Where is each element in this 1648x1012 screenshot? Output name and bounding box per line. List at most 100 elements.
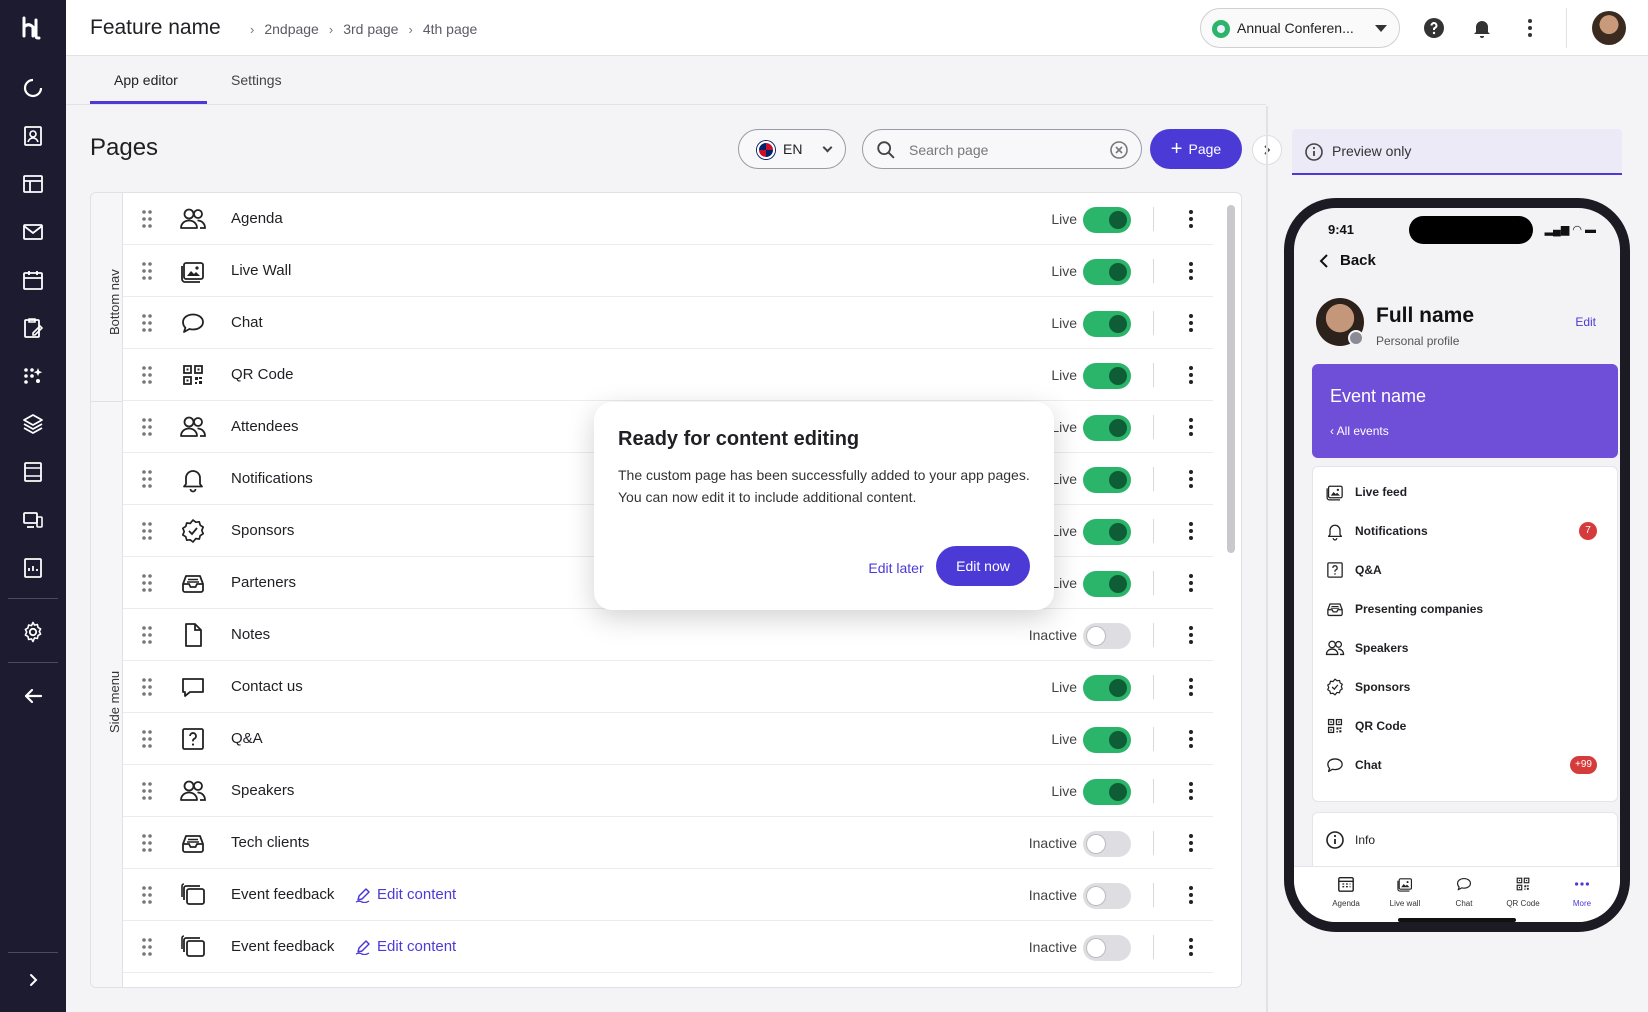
expand-rail-icon[interactable]: [21, 968, 45, 992]
kebab-icon[interactable]: [1179, 727, 1203, 751]
row-divider: [1153, 519, 1154, 543]
drag-handle-icon[interactable]: [141, 209, 153, 229]
kebab-icon[interactable]: [1179, 623, 1203, 647]
sparkle-grid-icon[interactable]: [21, 364, 45, 388]
calendar-icon[interactable]: [21, 268, 45, 292]
kebab-icon[interactable]: [1179, 519, 1203, 543]
settings-gear-icon[interactable]: [21, 620, 45, 644]
report-icon[interactable]: [21, 556, 45, 580]
kebab-icon[interactable]: [1179, 467, 1203, 491]
page-toggle[interactable]: [1083, 415, 1131, 441]
page-toggle[interactable]: [1083, 571, 1131, 597]
page-toggle[interactable]: [1083, 831, 1131, 857]
file-icon: [179, 621, 207, 649]
bell-icon[interactable]: [1470, 16, 1494, 40]
qr-icon: [1514, 875, 1532, 893]
drag-handle-icon[interactable]: [141, 417, 153, 437]
page-toggle[interactable]: [1083, 727, 1131, 753]
kebab-icon[interactable]: [1179, 675, 1203, 699]
row-divider: [1153, 363, 1154, 387]
kebab-icon[interactable]: [1518, 16, 1542, 40]
tab-settings[interactable]: Settings: [231, 72, 282, 88]
drag-handle-icon[interactable]: [141, 261, 153, 281]
kebab-icon[interactable]: [1179, 883, 1203, 907]
phone-menu-item: Chat +99: [1325, 754, 1607, 776]
drag-handle-icon[interactable]: [141, 833, 153, 853]
page-toggle[interactable]: [1083, 935, 1131, 961]
preview-label: Preview only: [1332, 143, 1412, 159]
phone-menu-item: Sponsors: [1325, 676, 1607, 698]
event-select[interactable]: Annual Conferen...: [1200, 8, 1400, 48]
breadcrumb-item[interactable]: 4th page: [423, 21, 478, 37]
page-name: Event feedback: [231, 886, 335, 903]
page-name: Attendees: [231, 418, 299, 435]
page-toggle[interactable]: [1083, 207, 1131, 233]
edit-content-link[interactable]: Edit content: [355, 938, 456, 955]
page-name: Speakers: [231, 782, 295, 799]
drag-handle-icon[interactable]: [141, 365, 153, 385]
help-icon[interactable]: [1422, 16, 1446, 40]
arrow-left-icon[interactable]: [21, 684, 45, 708]
tab-app-editor[interactable]: App editor: [114, 72, 178, 88]
app-logo-icon: [22, 16, 41, 40]
drag-handle-icon[interactable]: [141, 781, 153, 801]
page-toggle[interactable]: [1083, 779, 1131, 805]
page-row: Event feedback Edit content Inactive: [123, 921, 1213, 973]
page-row: Event feedback Edit content Inactive: [123, 869, 1213, 921]
kebab-icon[interactable]: [1179, 779, 1203, 803]
drag-handle-icon[interactable]: [141, 573, 153, 593]
drag-handle-icon[interactable]: [141, 313, 153, 333]
drag-handle-icon[interactable]: [141, 885, 153, 905]
drag-handle-icon[interactable]: [141, 469, 153, 489]
clear-circle-icon[interactable]: [1109, 140, 1129, 160]
phone-menu-label: Speakers: [1355, 641, 1409, 655]
search-input[interactable]: [909, 139, 1089, 161]
drag-handle-icon[interactable]: [141, 521, 153, 541]
drag-handle-icon[interactable]: [141, 625, 153, 645]
page-status: Live: [1051, 211, 1077, 227]
drag-handle-icon[interactable]: [141, 729, 153, 749]
add-page-button[interactable]: + Page: [1150, 129, 1242, 169]
drag-handle-icon[interactable]: [141, 677, 153, 697]
page-toggle[interactable]: [1083, 259, 1131, 285]
avatar[interactable]: [1592, 11, 1626, 45]
edit-now-button[interactable]: Edit now: [936, 546, 1030, 586]
kebab-icon[interactable]: [1179, 415, 1203, 439]
edit-later-button[interactable]: Edit later: [854, 548, 938, 588]
page-toggle[interactable]: [1083, 519, 1131, 545]
image-icon: [1396, 875, 1414, 893]
page-toggle[interactable]: [1083, 623, 1131, 649]
kebab-icon[interactable]: [1179, 831, 1203, 855]
book-icon[interactable]: [21, 460, 45, 484]
breadcrumb-item[interactable]: 2ndpage: [264, 21, 319, 37]
page-status: Live: [1051, 367, 1077, 383]
drag-handle-icon[interactable]: [141, 937, 153, 957]
contacts-icon[interactable]: [21, 124, 45, 148]
clipboard-edit-icon[interactable]: [21, 316, 45, 340]
language-select[interactable]: EN: [738, 129, 846, 169]
info-icon: [1325, 830, 1345, 850]
page-toggle[interactable]: [1083, 311, 1131, 337]
page-row: Agenda Live: [123, 193, 1213, 245]
kebab-icon[interactable]: [1179, 311, 1203, 335]
kebab-icon[interactable]: [1179, 259, 1203, 283]
page-toggle[interactable]: [1083, 675, 1131, 701]
kebab-icon[interactable]: [1179, 571, 1203, 595]
devices-icon[interactable]: [21, 508, 45, 532]
count-badge: +99: [1570, 756, 1597, 774]
dashboard-ring-icon[interactable]: [21, 76, 45, 100]
page-toggle[interactable]: [1083, 467, 1131, 493]
edit-content-link[interactable]: Edit content: [355, 886, 456, 903]
page-toggle[interactable]: [1083, 363, 1131, 389]
breadcrumb-item[interactable]: 3rd page: [343, 21, 398, 37]
mail-icon[interactable]: [21, 220, 45, 244]
page-toggle[interactable]: [1083, 883, 1131, 909]
layout-icon[interactable]: [21, 172, 45, 196]
pencil-icon: [355, 939, 371, 955]
kebab-icon[interactable]: [1179, 207, 1203, 231]
kebab-icon[interactable]: [1179, 935, 1203, 959]
scrollbar-thumb[interactable]: [1227, 205, 1235, 553]
kebab-icon[interactable]: [1179, 363, 1203, 387]
layers-stack-icon[interactable]: [21, 412, 45, 436]
dialog-body: The custom page has been successfully ad…: [618, 467, 1030, 505]
